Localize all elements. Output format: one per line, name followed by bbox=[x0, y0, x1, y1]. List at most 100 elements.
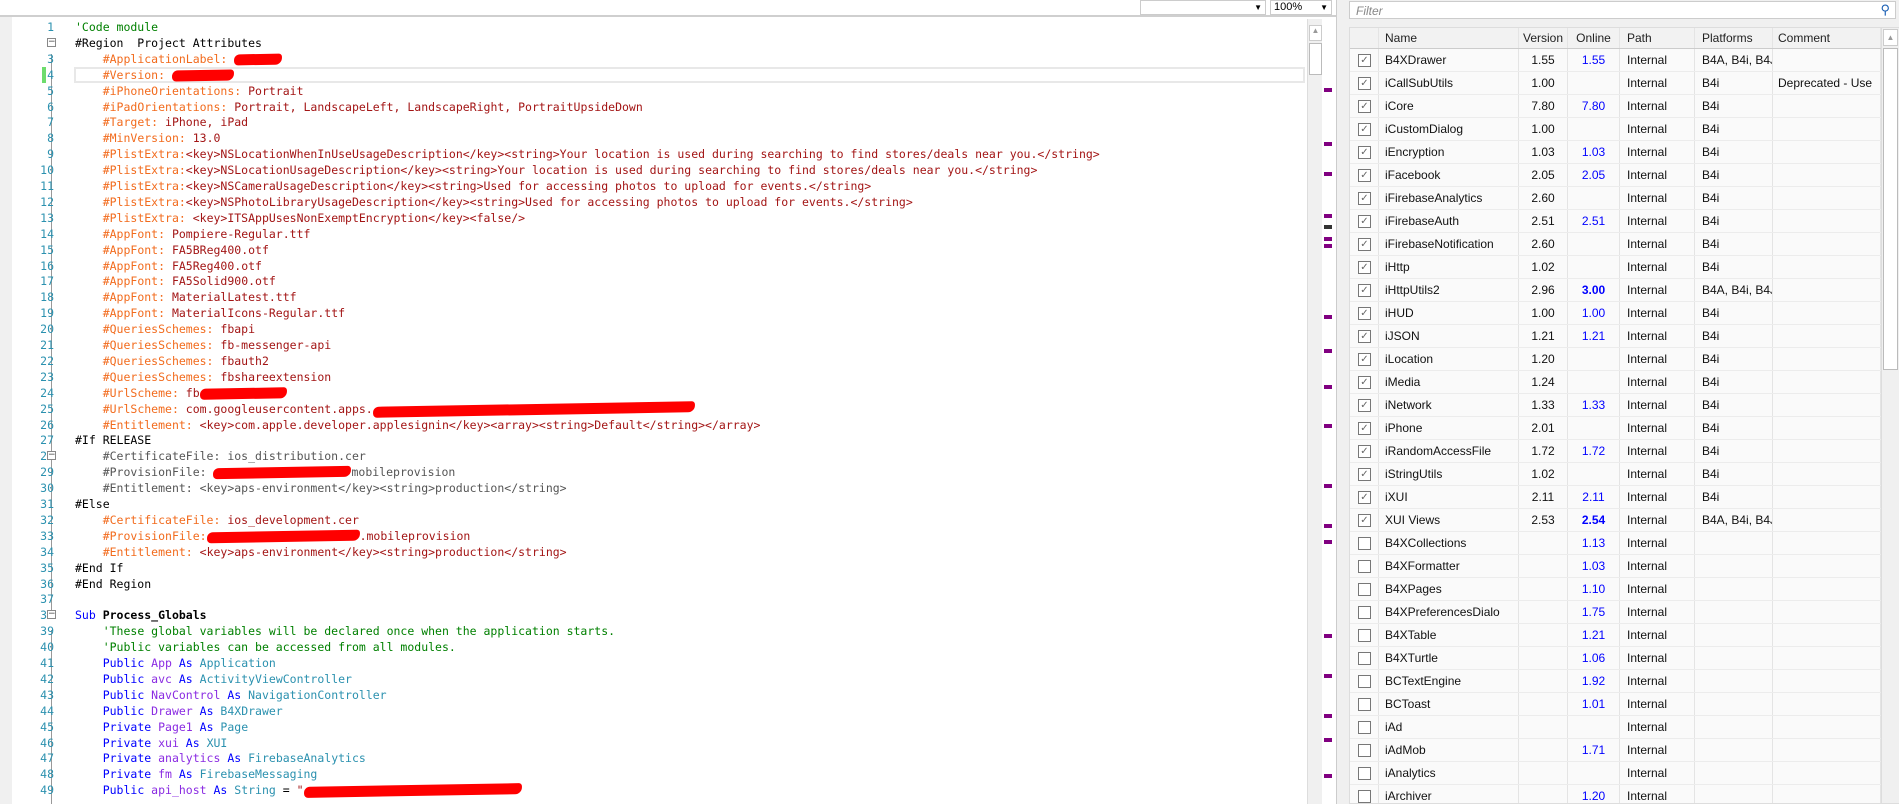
fold-collapse-icon[interactable]: − bbox=[47, 451, 56, 461]
code-line[interactable]: 36 #End Region bbox=[0, 576, 1307, 592]
code-line[interactable]: 17 #AppFont: FA5Solid900.otf bbox=[0, 273, 1307, 289]
table-row[interactable]: ✓ iFacebook 2.05 2.05 Internal B4i bbox=[1350, 164, 1881, 187]
library-checkbox[interactable]: ✓ bbox=[1358, 284, 1371, 297]
header-online[interactable]: Online bbox=[1568, 28, 1620, 48]
library-checkbox[interactable]: ✓ bbox=[1358, 491, 1371, 504]
table-row[interactable]: ✓ iEncryption 1.03 1.03 Internal B4i bbox=[1350, 141, 1881, 164]
table-row[interactable]: ✓ iFirebaseAnalytics 2.60 Internal B4i bbox=[1350, 187, 1881, 210]
code-line[interactable]: 35 #End If bbox=[0, 560, 1307, 576]
table-row[interactable]: ✓ iRandomAccessFile 1.72 1.72 Internal B4i bbox=[1350, 440, 1881, 463]
library-checkbox[interactable]: ✓ bbox=[1358, 169, 1371, 182]
library-checkbox[interactable] bbox=[1358, 583, 1371, 596]
table-row[interactable]: ✓ B4XDrawer 1.55 1.55 Internal B4A, B4i, B4J bbox=[1350, 49, 1881, 72]
code-line[interactable]: 47 Private analytics As FirebaseAnalytic… bbox=[0, 750, 1307, 766]
code-line[interactable]: 46 Private xui As XUI bbox=[0, 735, 1307, 751]
code-line[interactable]: 22 #QueriesSchemes: fbauth2 bbox=[0, 353, 1307, 369]
fold-collapse-icon[interactable]: − bbox=[47, 610, 56, 620]
library-checkbox[interactable]: ✓ bbox=[1358, 192, 1371, 205]
library-checkbox[interactable]: ✓ bbox=[1358, 146, 1371, 159]
table-row[interactable]: ✓ XUI Views 2.53 2.54 Internal B4A, B4i, B4J bbox=[1350, 509, 1881, 532]
header-name[interactable]: Name bbox=[1379, 28, 1519, 48]
library-checkbox[interactable]: ✓ bbox=[1358, 54, 1371, 67]
code-line[interactable]: 29 #ProvisionFile: mobileprovision bbox=[0, 464, 1307, 480]
library-checkbox[interactable]: ✓ bbox=[1358, 123, 1371, 136]
code-line[interactable]: 20 #QueriesSchemes: fbapi bbox=[0, 321, 1307, 337]
table-row[interactable]: B4XCollections 1.13 Internal bbox=[1350, 532, 1881, 555]
library-checkbox[interactable] bbox=[1358, 790, 1371, 803]
code-line[interactable]: 5 #iPhoneOrientations: Portrait bbox=[0, 83, 1307, 99]
code-line[interactable]: 14 #AppFont: Pompiere-Regular.ttf bbox=[0, 226, 1307, 242]
table-row[interactable]: ✓ iHttpUtils2 2.96 3.00 Internal B4A, B4i, B4… bbox=[1350, 279, 1881, 302]
library-checkbox[interactable]: ✓ bbox=[1358, 215, 1371, 228]
table-row[interactable]: ✓ iHUD 1.00 1.00 Internal B4i bbox=[1350, 302, 1881, 325]
table-row[interactable]: iAd Internal bbox=[1350, 716, 1881, 739]
code-line[interactable]: 10 #PlistExtra:<key>NSLocationUsageDescr… bbox=[0, 162, 1307, 178]
table-scrollbar[interactable]: ▲ bbox=[1881, 28, 1899, 803]
code-editor[interactable]: 1'Code module2−#Region Project Attribute… bbox=[0, 17, 1307, 804]
library-checkbox[interactable] bbox=[1358, 652, 1371, 665]
scrollbar-thumb[interactable] bbox=[1883, 48, 1898, 370]
code-line[interactable]: 18 #AppFont: MaterialLatest.ttf bbox=[0, 289, 1307, 305]
code-line[interactable]: 42 Public avc As ActivityViewController bbox=[0, 671, 1307, 687]
library-checkbox[interactable]: ✓ bbox=[1358, 261, 1371, 274]
library-checkbox[interactable]: ✓ bbox=[1358, 353, 1371, 366]
code-line[interactable]: 39 'These global variables will be decla… bbox=[0, 623, 1307, 639]
table-row[interactable]: BCTextEngine 1.92 Internal bbox=[1350, 670, 1881, 693]
library-checkbox[interactable]: ✓ bbox=[1358, 238, 1371, 251]
code-line[interactable]: 44 Public Drawer As B4XDrawer bbox=[0, 703, 1307, 719]
library-checkbox[interactable] bbox=[1358, 560, 1371, 573]
code-line[interactable]: 33 #ProvisionFile: .mobileprovision bbox=[0, 528, 1307, 544]
zoom-dropdown[interactable]: 100% ▼ bbox=[1270, 0, 1332, 15]
library-checkbox[interactable] bbox=[1358, 537, 1371, 550]
library-checkbox[interactable] bbox=[1358, 767, 1371, 780]
code-line[interactable]: 1 'Code module bbox=[0, 19, 1307, 35]
code-line[interactable]: 34 #Entitlement: <key>aps-environment</k… bbox=[0, 544, 1307, 560]
table-row[interactable]: ✓ iFirebaseAuth 2.51 2.51 Internal B4i bbox=[1350, 210, 1881, 233]
library-checkbox[interactable] bbox=[1358, 698, 1371, 711]
library-checkbox[interactable] bbox=[1358, 744, 1371, 757]
code-line[interactable]: 30 #Entitlement: <key>aps-environment</k… bbox=[0, 480, 1307, 496]
code-line[interactable]: 26 #Entitlement: <key>com.apple.develope… bbox=[0, 417, 1307, 433]
code-line[interactable]: 24 #UrlScheme: fb bbox=[0, 385, 1307, 401]
fold-collapse-icon[interactable]: − bbox=[47, 37, 56, 47]
table-row[interactable]: ✓ iMedia 1.24 Internal B4i bbox=[1350, 371, 1881, 394]
code-line[interactable]: 45 Private Page1 As Page bbox=[0, 719, 1307, 735]
library-checkbox[interactable]: ✓ bbox=[1358, 77, 1371, 90]
library-checkbox[interactable]: ✓ bbox=[1358, 330, 1371, 343]
header-path[interactable]: Path bbox=[1620, 28, 1695, 48]
library-checkbox[interactable] bbox=[1358, 606, 1371, 619]
table-row[interactable]: ✓ iNetwork 1.33 1.33 Internal B4i bbox=[1350, 394, 1881, 417]
search-icon[interactable]: ⚲ bbox=[1880, 2, 1890, 18]
code-line[interactable]: 6 #iPadOrientations: Portrait, Landscape… bbox=[0, 99, 1307, 115]
library-checkbox[interactable]: ✓ bbox=[1358, 100, 1371, 113]
scroll-up-icon[interactable]: ▲ bbox=[1309, 25, 1322, 41]
table-row[interactable]: ✓ iJSON 1.21 1.21 Internal B4i bbox=[1350, 325, 1881, 348]
code-line[interactable]: 21 #QueriesSchemes: fb-messenger-api bbox=[0, 337, 1307, 353]
table-row[interactable]: B4XFormatter 1.03 Internal bbox=[1350, 555, 1881, 578]
code-line[interactable]: 13 #PlistExtra: <key>ITSAppUsesNonExempt… bbox=[0, 210, 1307, 226]
code-line[interactable]: 2−#Region Project Attributes bbox=[0, 35, 1307, 51]
library-checkbox[interactable]: ✓ bbox=[1358, 307, 1371, 320]
code-line[interactable]: 49 Public api_host As String = " bbox=[0, 782, 1307, 799]
code-line[interactable]: 11 #PlistExtra:<key>NSCameraUsageDescrip… bbox=[0, 178, 1307, 194]
table-row[interactable]: BCToast 1.01 Internal bbox=[1350, 693, 1881, 716]
table-row[interactable]: ✓ iPhone 2.01 Internal B4i bbox=[1350, 417, 1881, 440]
code-line[interactable]: 31 #Else bbox=[0, 496, 1307, 512]
code-line[interactable]: 9 #PlistExtra:<key>NSLocationWhenInUseUs… bbox=[0, 146, 1307, 162]
table-row[interactable]: ✓ iCore 7.80 7.80 Internal B4i bbox=[1350, 95, 1881, 118]
code-line[interactable]: 32 #CertificateFile: ios_development.cer bbox=[0, 512, 1307, 528]
code-line[interactable]: 41 Public App As Application bbox=[0, 655, 1307, 671]
table-row[interactable]: iArchiver 1.20 Internal bbox=[1350, 785, 1881, 803]
code-line[interactable]: 19 #AppFont: MaterialIcons-Regular.ttf bbox=[0, 305, 1307, 321]
table-row[interactable]: B4XTurtle 1.06 Internal bbox=[1350, 647, 1881, 670]
code-line[interactable]: 16 #AppFont: FA5Reg400.otf bbox=[0, 258, 1307, 274]
code-line[interactable]: 3 #ApplicationLabel: bbox=[0, 51, 1307, 67]
table-row[interactable]: ✓ iCustomDialog 1.00 Internal B4i bbox=[1350, 118, 1881, 141]
header-platforms[interactable]: Platforms bbox=[1695, 28, 1773, 48]
code-line[interactable]: 48 Private fm As FirebaseMessaging bbox=[0, 766, 1307, 782]
table-row[interactable]: iAdMob 1.71 Internal bbox=[1350, 739, 1881, 762]
table-row[interactable]: ✓ iFirebaseNotification 2.60 Internal B4i bbox=[1350, 233, 1881, 256]
library-checkbox[interactable]: ✓ bbox=[1358, 445, 1371, 458]
code-line[interactable]: 4 #Version: bbox=[0, 66, 1307, 83]
code-line[interactable]: 27 #If RELEASE bbox=[0, 432, 1307, 448]
